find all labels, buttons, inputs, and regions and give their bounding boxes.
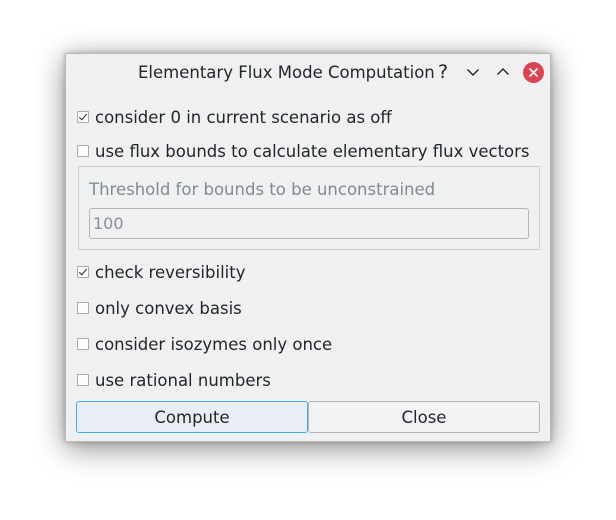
close-icon: [522, 61, 544, 83]
bounds-threshold-input[interactable]: [89, 208, 529, 239]
option-rational-numbers[interactable]: use rational numbers: [77, 370, 271, 390]
chevron-up-icon: [497, 68, 509, 75]
only-convex-basis-label: only convex basis: [95, 298, 242, 318]
use-flux-bounds-checkbox[interactable]: [77, 145, 89, 157]
compute-button[interactable]: Compute: [76, 401, 308, 433]
only-convex-basis-checkbox[interactable]: [77, 302, 89, 314]
consider-zero-label: consider 0 in current scenario as off: [95, 107, 392, 127]
isozymes-once-label: consider isozymes only once: [95, 334, 333, 354]
check-reversibility-label: check reversibility: [95, 262, 246, 282]
rational-numbers-label: use rational numbers: [95, 370, 271, 390]
option-check-reversibility[interactable]: check reversibility: [77, 262, 245, 282]
window-title: Elementary Flux Mode Computation: [138, 63, 435, 82]
minimize-button[interactable]: [462, 61, 484, 83]
help-icon: ?: [437, 61, 449, 83]
maximize-button[interactable]: [492, 61, 514, 83]
close-button[interactable]: Close: [308, 401, 540, 433]
isozymes-once-checkbox[interactable]: [77, 338, 89, 350]
rational-numbers-checkbox[interactable]: [77, 374, 89, 386]
check-reversibility-checkbox[interactable]: [77, 266, 89, 278]
help-button[interactable]: ?: [432, 61, 454, 83]
efm-dialog: Elementary Flux Mode Computation ? consi…: [65, 53, 551, 442]
use-flux-bounds-label: use flux bounds to calculate elementary …: [95, 141, 530, 161]
bounds-threshold-label: Threshold for bounds to be unconstrained: [89, 180, 436, 199]
title-bar: Elementary Flux Mode Computation ?: [66, 54, 550, 90]
option-consider-zero[interactable]: consider 0 in current scenario as off: [77, 107, 392, 127]
chevron-down-icon: [467, 69, 479, 76]
consider-zero-checkbox[interactable]: [77, 111, 89, 123]
option-use-flux-bounds[interactable]: use flux bounds to calculate elementary …: [77, 141, 530, 161]
option-only-convex-basis[interactable]: only convex basis: [77, 298, 242, 318]
option-isozymes-once[interactable]: consider isozymes only once: [77, 334, 332, 354]
close-window-button[interactable]: [522, 61, 544, 83]
bounds-threshold-group: Threshold for bounds to be unconstrained: [78, 166, 540, 250]
